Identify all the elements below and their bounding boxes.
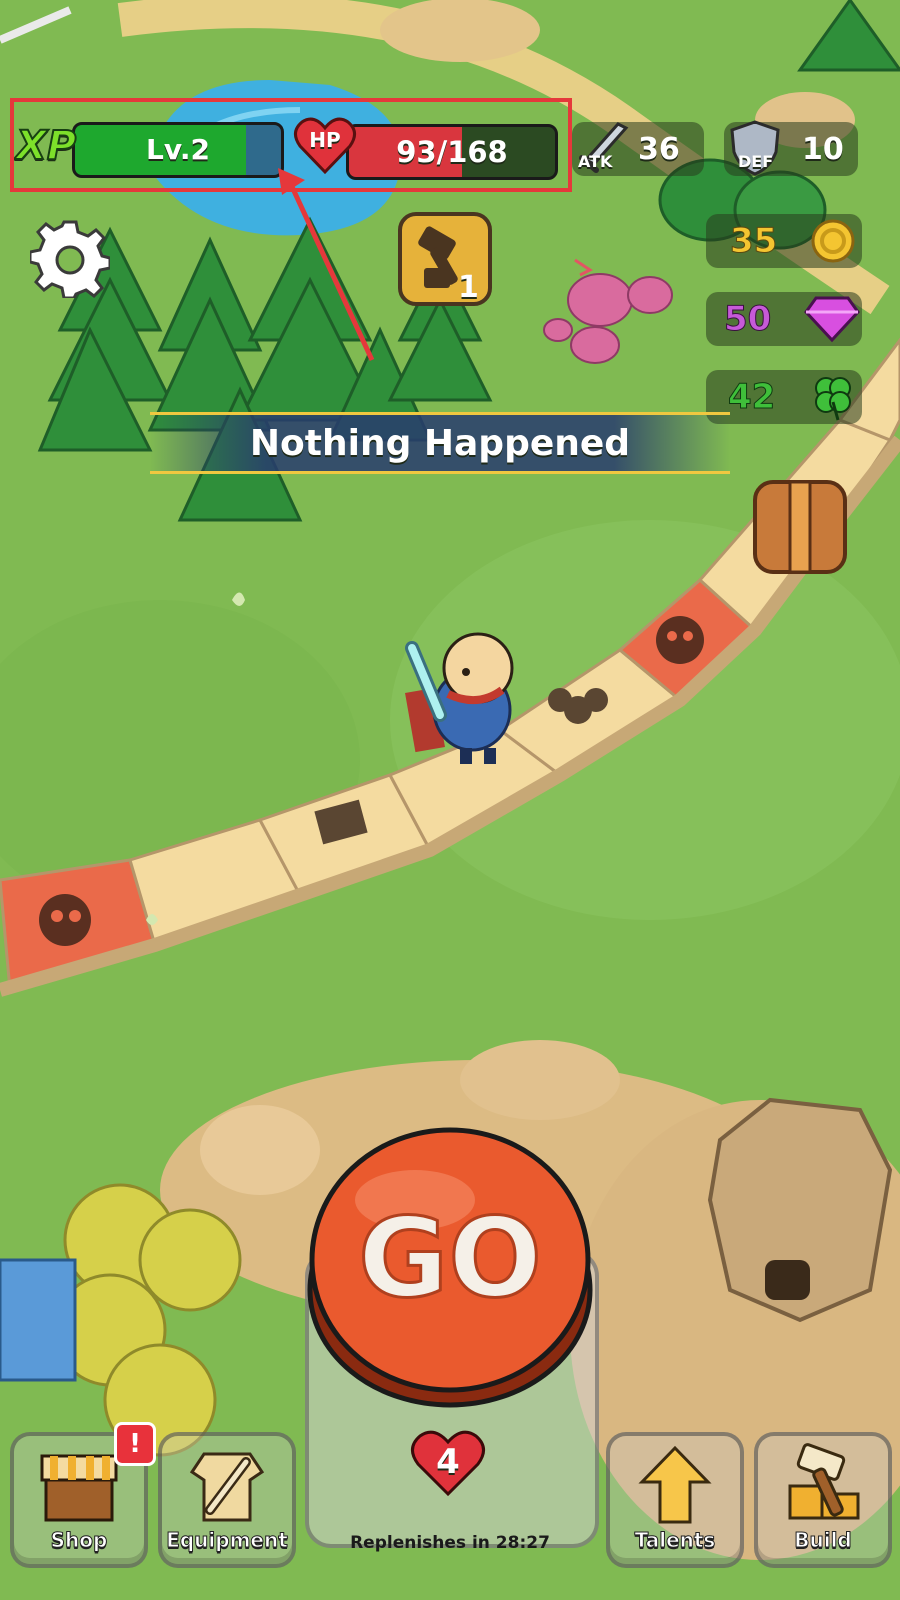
talents-button[interactable]: Talents [606, 1432, 744, 1568]
energy-heart-icon: 4 [410, 1428, 486, 1498]
equipment-button[interactable]: Equipment [158, 1432, 296, 1568]
shop-alert-text: ! [129, 1429, 141, 1459]
gem-value: 50 [723, 299, 772, 340]
gold-value: 35 [729, 221, 778, 262]
shop-stall-icon [40, 1454, 118, 1522]
energy-count: 4 [436, 1442, 460, 1482]
build-hammer-badge[interactable]: 1 [398, 212, 492, 306]
clover-value: 42 [727, 377, 776, 418]
gold-counter[interactable]: 35 [706, 214, 862, 268]
equipment-label: Equipment [166, 1528, 289, 1553]
event-banner-text: Nothing Happened [249, 423, 631, 464]
settings-gear-icon[interactable] [28, 218, 112, 300]
shop-label: Shop [50, 1528, 108, 1553]
talents-label: Talents [634, 1528, 716, 1553]
go-button-label: GO [357, 1193, 544, 1324]
clover-icon [815, 377, 851, 421]
shop-alert-badge: ! [114, 1422, 156, 1466]
gem-counter[interactable]: 50 [706, 292, 862, 346]
shop-button[interactable]: ! Shop [10, 1422, 156, 1568]
equipment-sword-icon [189, 1452, 265, 1522]
event-banner: Nothing Happened [150, 412, 730, 474]
build-button[interactable]: Build [754, 1432, 892, 1568]
build-label: Build [794, 1528, 853, 1553]
talents-up-arrow-icon [638, 1445, 712, 1524]
go-button[interactable]: GO [305, 1120, 595, 1410]
energy-replenish-text: Replenishes in 28:27 [350, 1533, 550, 1553]
gem-icon [804, 296, 860, 343]
build-hammer-count: 1 [458, 270, 479, 305]
build-hammer-icon [788, 1443, 860, 1520]
gold-coin-icon [811, 219, 855, 263]
